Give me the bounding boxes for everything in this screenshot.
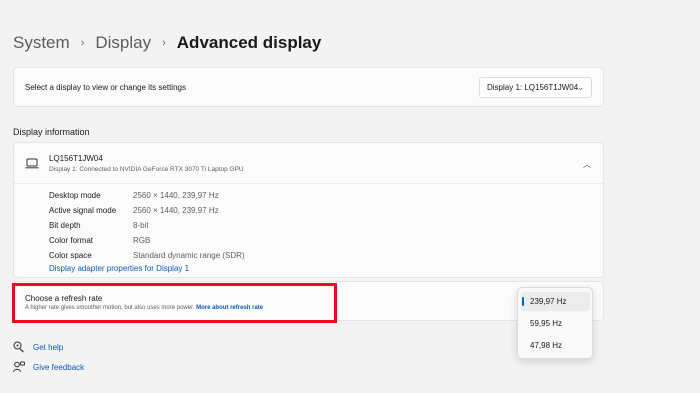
info-value: 2560 × 1440, 239,97 Hz	[133, 206, 219, 215]
give-feedback-label: Give feedback	[33, 362, 85, 372]
display-info-rows: Desktop mode 2560 × 1440, 239,97 Hz Acti…	[49, 190, 245, 265]
get-help-link[interactable]: Get help	[13, 341, 63, 353]
chevron-right-icon: ›	[80, 37, 85, 49]
get-help-label: Get help	[33, 342, 64, 352]
info-key: Active signal mode	[49, 206, 117, 215]
refresh-rate-option-selected[interactable]: 239,97 Hz	[521, 292, 590, 311]
refresh-rate-option[interactable]: 47,98 Hz	[521, 336, 590, 355]
breadcrumb-system[interactable]: System	[13, 33, 70, 53]
breadcrumb-display[interactable]: Display	[95, 33, 151, 53]
section-title-display-information: Display information	[13, 127, 90, 137]
chevron-up-icon[interactable]: ︿	[583, 159, 591, 170]
info-value: Standard dynamic range (SDR)	[133, 251, 245, 260]
info-row: Color space Standard dynamic range (SDR)	[49, 250, 245, 265]
info-row: Desktop mode 2560 × 1440, 239,97 Hz	[49, 190, 245, 205]
display-select-label: Select a display to view or change its s…	[25, 83, 186, 92]
refresh-rate-option[interactable]: 59,95 Hz	[521, 314, 590, 333]
display-information-card: LQ156T1JW04 Display 1: Connected to NVID…	[13, 142, 604, 278]
display-select-card: Select a display to view or change its s…	[13, 67, 604, 107]
laptop-icon	[25, 158, 39, 169]
highlight-box	[12, 283, 337, 323]
display-information-header[interactable]: LQ156T1JW04 Display 1: Connected to NVID…	[14, 143, 603, 184]
display-dropdown-value: Display 1: LQ156T1JW04	[487, 83, 579, 92]
info-key: Color format	[49, 236, 94, 245]
page-title: Advanced display	[176, 33, 322, 52]
info-value: RGB	[133, 236, 151, 245]
info-value: 2560 × 1440, 239,97 Hz	[133, 191, 219, 200]
chevron-down-icon: ⌄	[577, 83, 584, 92]
chevron-right-icon: ›	[162, 37, 166, 49]
display-dropdown[interactable]: Display 1: LQ156T1JW04 ⌄	[479, 77, 592, 98]
help-icon	[13, 341, 24, 353]
info-key: Color space	[49, 251, 92, 260]
display-adapter-properties-link[interactable]: Display adapter properties for Display 1	[49, 264, 189, 273]
give-feedback-link[interactable]: Give feedback	[13, 361, 84, 373]
info-key: Desktop mode	[49, 191, 101, 200]
info-row: Active signal mode 2560 × 1440, 239,97 H…	[49, 205, 245, 220]
monitor-subtitle: Display 1: Connected to NVIDIA GeForce R…	[49, 166, 244, 173]
monitor-name: LQ156T1JW04	[49, 154, 103, 163]
info-key: Bit depth	[49, 221, 81, 230]
info-row: Bit depth 8-bit	[49, 220, 245, 235]
info-value: 8-bit	[133, 221, 149, 230]
refresh-rate-menu: 239,97 Hz 59,95 Hz 47,98 Hz	[517, 287, 593, 359]
breadcrumb: System › Display › Advanced display	[13, 33, 321, 53]
info-row: Color format RGB	[49, 235, 245, 250]
feedback-icon	[13, 361, 25, 373]
